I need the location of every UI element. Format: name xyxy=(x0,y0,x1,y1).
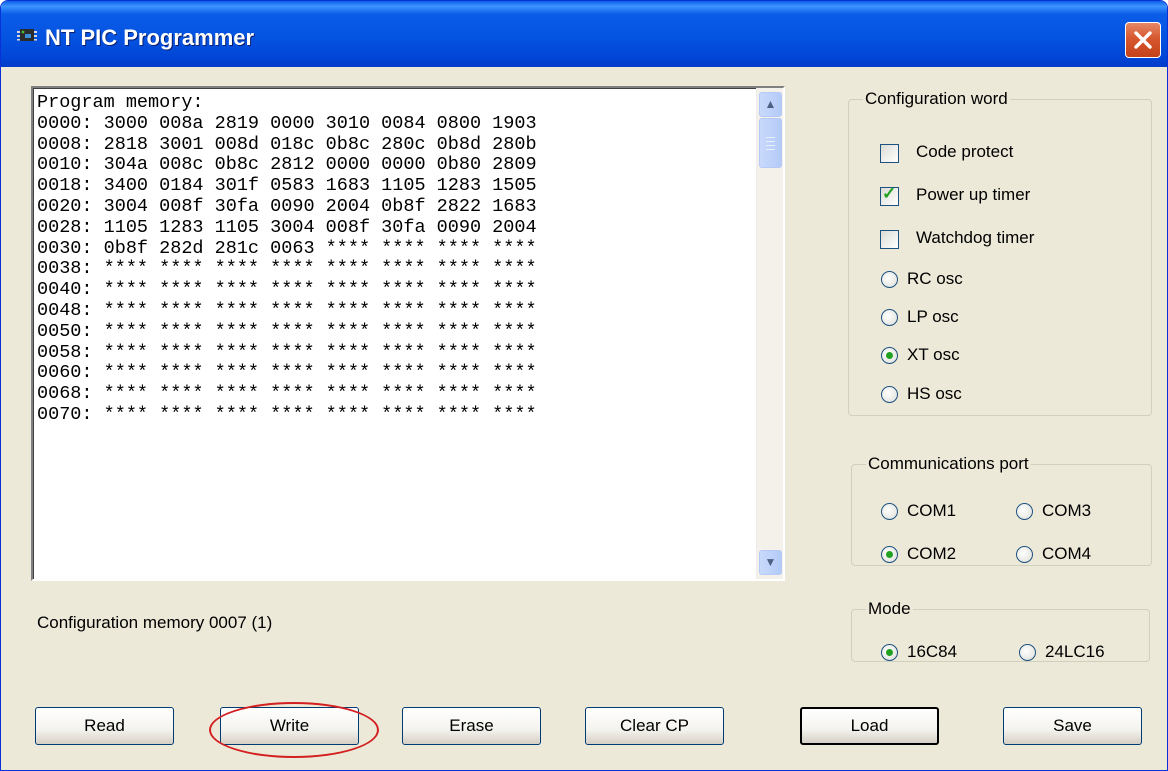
memory-line: 0038: **** **** **** **** **** **** ****… xyxy=(37,258,537,280)
memory-line: 0050: **** **** **** **** **** **** ****… xyxy=(37,320,537,342)
chevron-up-icon: ▲ xyxy=(764,97,777,111)
radio-circle xyxy=(881,386,898,403)
radio-dot xyxy=(886,551,893,558)
option-label: COM3 xyxy=(1042,501,1092,520)
radio-circle xyxy=(1016,503,1033,520)
option-label: Code protect xyxy=(916,142,1014,161)
thumb-grip xyxy=(766,137,775,138)
programmer-window: NT PIC Programmer Program memory: 0000: … xyxy=(0,0,1168,771)
radio-circle xyxy=(881,546,898,563)
program-memory-view[interactable]: Program memory: 0000: 3000 008a 2819 000… xyxy=(31,86,785,581)
configuration-word-group: Configuration word Code protect ✓ Power … xyxy=(848,89,1152,416)
memory-line: 0018: 3400 0184 301f 0583 1683 1105 1283… xyxy=(37,175,537,197)
memory-line: 0040: **** **** **** **** **** **** ****… xyxy=(37,279,537,301)
radio-dot xyxy=(886,352,893,359)
group-legend: Configuration word xyxy=(865,89,1008,108)
write-button[interactable]: Write xyxy=(220,707,359,745)
scroll-up-button[interactable]: ▲ xyxy=(759,92,782,117)
radio-dot xyxy=(886,649,893,656)
group-legend: Communications port xyxy=(868,454,1029,473)
title-bar[interactable]: NT PIC Programmer xyxy=(1,1,1167,67)
memory-line: 0030: 0b8f 282d 281c 0063 **** **** ****… xyxy=(37,237,537,259)
chevron-down-icon: ▼ xyxy=(764,555,777,569)
memory-line: 0010: 304a 008c 0b8c 2812 0000 0000 0b80… xyxy=(37,154,537,176)
radio-circle xyxy=(881,271,898,288)
thumb-grip xyxy=(766,145,775,146)
read-button[interactable]: Read xyxy=(35,707,174,745)
thumb-grip xyxy=(766,149,775,150)
window-title: NT PIC Programmer xyxy=(45,25,255,50)
erase-button[interactable]: Erase xyxy=(402,707,541,745)
radio-circle xyxy=(881,347,898,364)
checkbox-box xyxy=(880,230,899,249)
memory-line: 0000: 3000 008a 2819 0000 3010 0084 0800… xyxy=(37,112,537,134)
option-label: COM4 xyxy=(1042,544,1092,563)
memory-line: 0028: 1105 1283 1105 3004 008f 30fa 0090… xyxy=(37,216,537,238)
memory-line: 0008: 2818 3001 008d 018c 0b8c 280c 0b8d… xyxy=(37,133,537,155)
radio-circle xyxy=(881,503,898,520)
option-label: Power up timer xyxy=(916,185,1031,204)
close-x-icon xyxy=(1134,31,1152,49)
app-chip-icon xyxy=(17,29,37,41)
load-button[interactable]: Load xyxy=(800,707,939,745)
check-mark-icon: ✓ xyxy=(882,184,897,203)
client-area: Program memory: 0000: 3000 008a 2819 000… xyxy=(5,67,1163,766)
radio-circle xyxy=(881,644,898,661)
option-label: COM1 xyxy=(907,501,957,520)
memory-listing: Program memory: 0000: 3000 008a 2819 000… xyxy=(37,92,537,426)
close-button[interactable] xyxy=(1125,22,1161,58)
memory-line: Program memory: xyxy=(37,92,204,113)
memory-line: 0048: **** **** **** **** **** **** ****… xyxy=(37,299,537,321)
option-label: COM2 xyxy=(907,544,957,563)
option-label: 16C84 xyxy=(907,642,958,661)
checkbox-box: ✓ xyxy=(880,184,899,206)
status-text: Configuration memory 0007 (1) xyxy=(37,613,273,632)
scroll-thumb[interactable] xyxy=(759,118,782,168)
option-label: XT osc xyxy=(907,345,960,364)
memory-scrollbar[interactable]: ▲ ▼ xyxy=(756,88,783,579)
memory-line: 0068: **** **** **** **** **** **** ****… xyxy=(37,383,537,405)
clear-cp-button[interactable]: Clear CP xyxy=(585,707,724,745)
save-button[interactable]: Save xyxy=(1003,707,1142,745)
memory-line: 0060: **** **** **** **** **** **** ****… xyxy=(37,362,537,384)
thumb-grip xyxy=(766,141,775,142)
scroll-down-button[interactable]: ▼ xyxy=(759,550,782,575)
memory-line: 0058: **** **** **** **** **** **** ****… xyxy=(37,341,537,363)
option-label: LP osc xyxy=(907,307,959,326)
mode-group: Mode 16C84 24LC16 xyxy=(851,599,1150,662)
group-legend: Mode xyxy=(868,599,911,618)
option-label: HS osc xyxy=(907,384,962,403)
checkbox-box xyxy=(880,144,899,163)
radio-circle xyxy=(1019,644,1036,661)
memory-line: 0020: 3004 008f 30fa 0090 2004 0b8f 2822… xyxy=(37,195,537,217)
option-label: 24LC16 xyxy=(1045,642,1105,661)
radio-circle xyxy=(1016,546,1033,563)
option-label: RC osc xyxy=(907,269,963,288)
communications-port-group: Communications port COM1 COM3 COM2 COM4 xyxy=(851,454,1152,566)
option-label: Watchdog timer xyxy=(916,228,1035,247)
radio-circle xyxy=(881,309,898,326)
memory-line: 0070: **** **** **** **** **** **** ****… xyxy=(37,403,537,425)
